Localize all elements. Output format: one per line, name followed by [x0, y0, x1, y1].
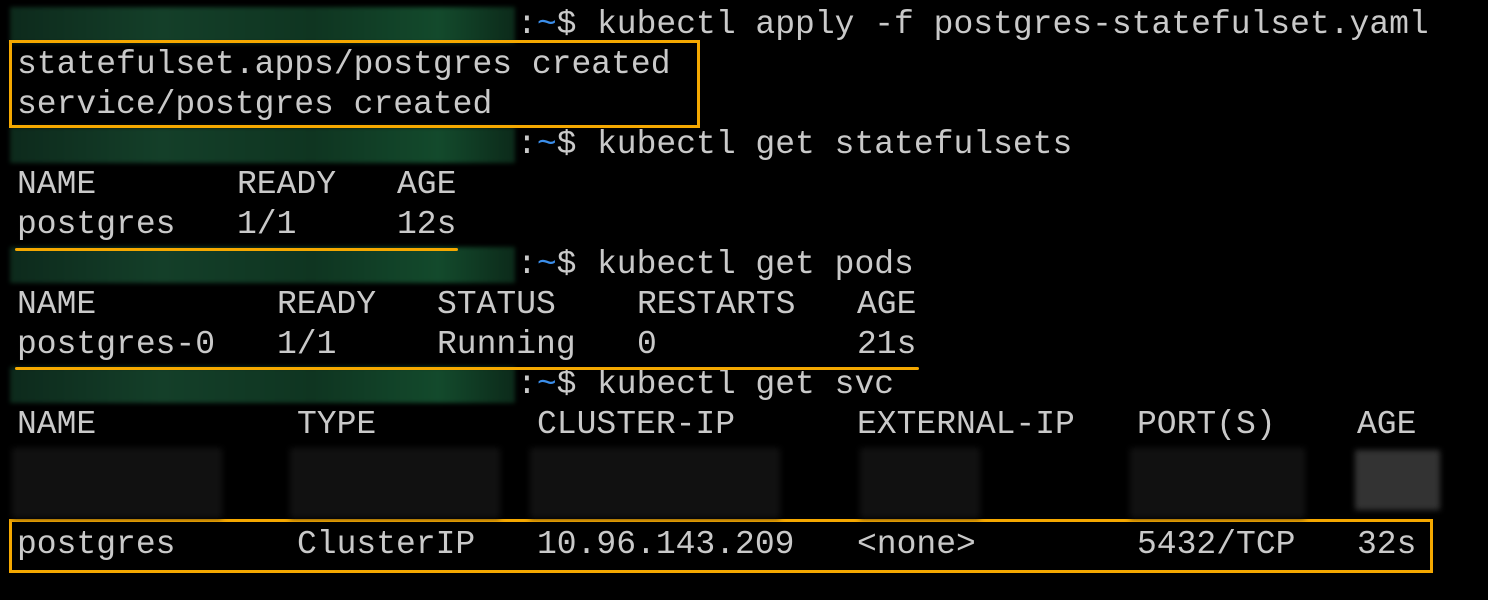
prompt: :~$ [517, 5, 576, 45]
svc-header-cluster-ip: CLUSTER-IP [537, 406, 736, 443]
pods-header-age: AGE [857, 286, 917, 323]
redacted-user-host [10, 7, 515, 43]
prompt: :~$ [517, 245, 576, 285]
home-tilde: ~ [536, 246, 557, 283]
home-tilde: ~ [536, 126, 557, 163]
apply-output-highlight [9, 40, 700, 128]
command-text: kubectl apply -f postgres-statefulset.ya… [597, 6, 1429, 43]
redacted-user-host [10, 127, 515, 163]
redacted-svc-row [1355, 450, 1440, 510]
statefulset-row-underline [15, 248, 458, 251]
redacted-user-host [10, 247, 515, 283]
svc-header-external-ip: EXTERNAL-IP [857, 406, 1075, 443]
svc-row-highlight [9, 519, 1433, 573]
pods-header-name: NAME [17, 286, 97, 323]
home-tilde: ~ [536, 6, 557, 43]
statefulsets-cell: postgres [17, 206, 176, 243]
pods-cell: Running [437, 326, 576, 363]
pods-cell: 0 [637, 326, 657, 363]
redacted-svc-row [290, 448, 500, 518]
statefulsets-cell: 12s [397, 206, 457, 243]
statefulsets-header-name: NAME [17, 166, 97, 203]
pods-cell: 1/1 [277, 326, 337, 363]
prompt-symbol: : [517, 246, 537, 283]
home-tilde: ~ [536, 366, 557, 403]
command-text: kubectl get pods [597, 246, 914, 283]
prompt-symbol: $ [556, 126, 577, 163]
command-text: kubectl get statefulsets [597, 126, 1073, 163]
svc-header-type: TYPE [297, 406, 377, 443]
redacted-svc-row [1130, 448, 1305, 518]
redacted-user-host [10, 367, 515, 403]
svc-header-age: AGE [1357, 406, 1417, 443]
redacted-svc-row [860, 448, 980, 518]
pods-header-ready: READY [277, 286, 377, 323]
pods-cell: 21s [857, 326, 917, 363]
prompt-symbol: : [517, 126, 537, 163]
command-text: kubectl get svc [597, 366, 895, 403]
pods-header-status: STATUS [437, 286, 556, 323]
prompt: :~$ [517, 365, 576, 405]
prompt-symbol: $ [556, 6, 577, 43]
prompt: :~$ [517, 125, 576, 165]
prompt-symbol: : [517, 6, 537, 43]
svc-header-port(s): PORT(S) [1137, 406, 1276, 443]
svc-header-name: NAME [17, 406, 97, 443]
pods-cell: postgres-0 [17, 326, 216, 363]
prompt-symbol: $ [556, 366, 577, 403]
pod-row-underline [15, 367, 919, 370]
statefulsets-header-ready: READY [237, 166, 337, 203]
prompt-symbol: $ [556, 246, 577, 283]
statefulsets-cell: 1/1 [237, 206, 297, 243]
redacted-svc-row [530, 448, 780, 518]
redacted-svc-row [12, 448, 222, 518]
statefulsets-header-age: AGE [397, 166, 457, 203]
prompt-symbol: : [517, 366, 537, 403]
pods-header-restarts: RESTARTS [637, 286, 796, 323]
